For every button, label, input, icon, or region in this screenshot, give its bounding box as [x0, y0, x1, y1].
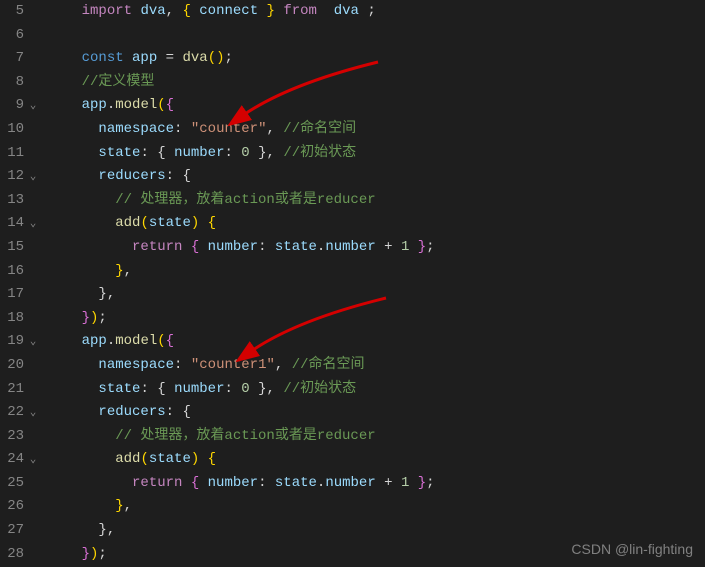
fold-indicator [28, 543, 42, 567]
line-number: 10 [0, 118, 24, 142]
chevron-down-icon[interactable]: ⌄ [28, 166, 38, 190]
chevron-down-icon[interactable]: ⌄ [28, 402, 38, 426]
code-line[interactable] [48, 24, 705, 48]
fold-indicator [28, 0, 42, 24]
line-number: 8 [0, 71, 24, 95]
line-number: 23 [0, 425, 24, 449]
line-number: 15 [0, 236, 24, 260]
code-line[interactable]: state: { number: 0 }, //初始状态 [48, 378, 705, 402]
fold-indicator [28, 71, 42, 95]
code-line[interactable]: // 处理器，放着action或者是reducer [48, 189, 705, 213]
fold-indicator [28, 472, 42, 496]
line-number: 21 [0, 378, 24, 402]
code-line[interactable]: //定义模型 [48, 71, 705, 95]
fold-indicator[interactable]: ⌄ [28, 212, 42, 236]
fold-indicator [28, 283, 42, 307]
fold-indicator [28, 118, 42, 142]
code-line[interactable]: namespace: "counter1", //命名空间 [48, 354, 705, 378]
line-number: 18 [0, 307, 24, 331]
fold-indicator [28, 519, 42, 543]
line-number: 24 [0, 448, 24, 472]
fold-indicator [28, 47, 42, 71]
line-number: 14 [0, 212, 24, 236]
line-number-gutter: 5678910111213141516171819202122232425262… [0, 0, 28, 567]
line-number: 13 [0, 189, 24, 213]
fold-indicator[interactable]: ⌄ [28, 330, 42, 354]
watermark: CSDN @lin-fighting [571, 541, 693, 557]
line-number: 22 [0, 401, 24, 425]
code-line[interactable]: return { number: state.number + 1 }; [48, 472, 705, 496]
code-line[interactable]: }, [48, 495, 705, 519]
line-number: 9 [0, 94, 24, 118]
line-number: 20 [0, 354, 24, 378]
code-line[interactable]: app.model({ [48, 94, 705, 118]
code-line[interactable]: namespace: "counter", //命名空间 [48, 118, 705, 142]
code-line[interactable]: return { number: state.number + 1 }; [48, 236, 705, 260]
code-editor[interactable]: 5678910111213141516171819202122232425262… [0, 0, 705, 567]
fold-column[interactable]: ⌄ ⌄ ⌄ ⌄ ⌄ ⌄ [28, 0, 42, 567]
fold-indicator [28, 24, 42, 48]
code-line[interactable]: state: { number: 0 }, //初始状态 [48, 142, 705, 166]
line-number: 5 [0, 0, 24, 24]
fold-indicator [28, 425, 42, 449]
fold-indicator[interactable]: ⌄ [28, 401, 42, 425]
fold-indicator [28, 189, 42, 213]
line-number: 17 [0, 283, 24, 307]
line-number: 11 [0, 142, 24, 166]
fold-indicator[interactable]: ⌄ [28, 94, 42, 118]
code-line[interactable]: add(state) { [48, 448, 705, 472]
fold-indicator[interactable]: ⌄ [28, 448, 42, 472]
line-number: 25 [0, 472, 24, 496]
line-number: 27 [0, 519, 24, 543]
chevron-down-icon[interactable]: ⌄ [28, 95, 38, 119]
fold-indicator [28, 142, 42, 166]
code-line[interactable]: reducers: { [48, 165, 705, 189]
chevron-down-icon[interactable]: ⌄ [28, 213, 38, 237]
line-number: 12 [0, 165, 24, 189]
code-line[interactable]: reducers: { [48, 401, 705, 425]
code-line[interactable]: app.model({ [48, 330, 705, 354]
code-line[interactable]: import dva, { connect } from dva ; [48, 0, 705, 24]
code-line[interactable]: }, [48, 283, 705, 307]
code-line[interactable]: // 处理器，放着action或者是reducer [48, 425, 705, 449]
fold-indicator [28, 495, 42, 519]
code-line[interactable]: }, [48, 260, 705, 284]
fold-indicator [28, 354, 42, 378]
code-line[interactable]: }); [48, 307, 705, 331]
code-line[interactable]: }, [48, 519, 705, 543]
chevron-down-icon[interactable]: ⌄ [28, 449, 38, 473]
fold-indicator [28, 307, 42, 331]
fold-indicator [28, 260, 42, 284]
code-area[interactable]: import dva, { connect } from dva ; const… [42, 0, 705, 567]
line-number: 28 [0, 543, 24, 567]
line-number: 6 [0, 24, 24, 48]
line-number: 7 [0, 47, 24, 71]
line-number: 16 [0, 260, 24, 284]
fold-indicator [28, 236, 42, 260]
fold-indicator[interactable]: ⌄ [28, 165, 42, 189]
line-number: 26 [0, 495, 24, 519]
code-line[interactable]: add(state) { [48, 212, 705, 236]
chevron-down-icon[interactable]: ⌄ [28, 331, 38, 355]
code-line[interactable]: const app = dva(); [48, 47, 705, 71]
fold-indicator [28, 378, 42, 402]
line-number: 19 [0, 330, 24, 354]
